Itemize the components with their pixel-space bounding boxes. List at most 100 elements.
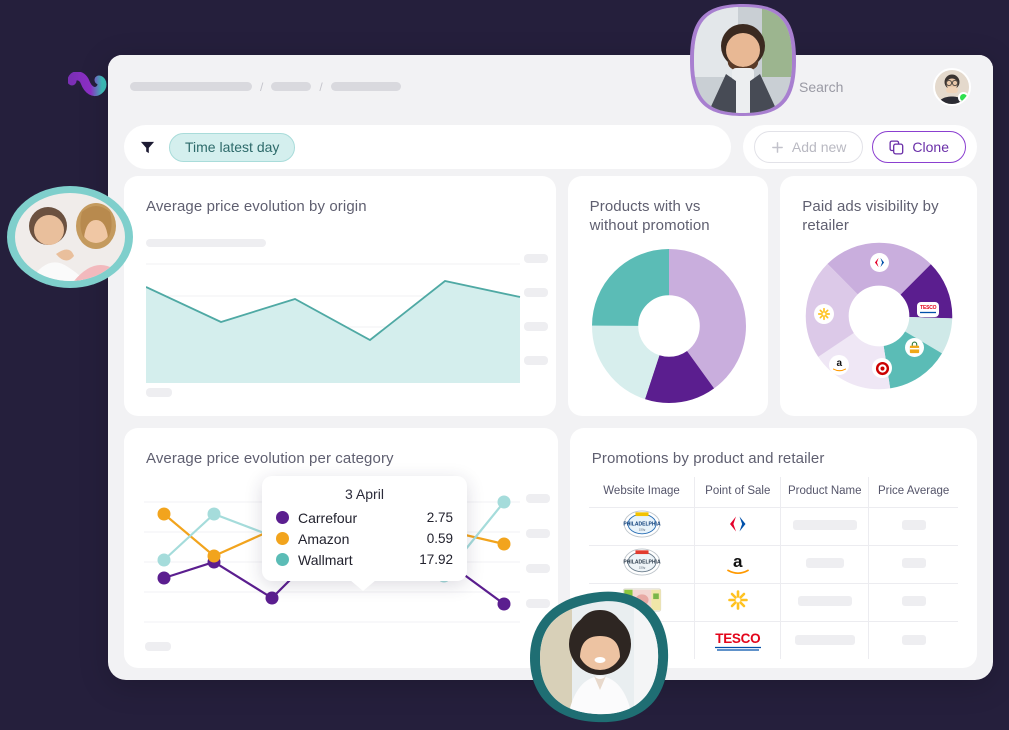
search-input[interactable]	[799, 78, 919, 95]
cell-price-average	[868, 545, 958, 584]
toolbar-actions: Add new Clone	[742, 125, 977, 169]
filter-toolbar: Time latest day Add new Clone	[108, 118, 993, 176]
tooltip-date: 3 April	[345, 486, 384, 502]
x-axis-placeholder	[146, 388, 172, 397]
filter-bar[interactable]: Time latest day	[124, 125, 731, 169]
filter-icon[interactable]	[140, 140, 155, 155]
photo-bubble-left	[7, 186, 133, 288]
card-title: Paid ads visibility by retailer	[802, 198, 939, 234]
header-actions	[771, 67, 971, 106]
chart-legend-placeholder	[146, 239, 266, 247]
column-header-product-name[interactable]: Product Name	[780, 476, 870, 508]
y-tick-placeholder	[525, 529, 550, 538]
column-header-website-image[interactable]: Website Image	[588, 476, 696, 508]
add-new-button[interactable]: Add new	[753, 131, 864, 163]
card-average-price-by-origin: Average price evolution by origin	[124, 176, 556, 416]
philadelphia-product-image: PHILADELPHIA 150g	[623, 548, 661, 576]
clone-button[interactable]: Clone	[872, 131, 966, 163]
avatar[interactable]	[933, 67, 971, 106]
y-tick-placeholder	[523, 254, 548, 263]
card-average-price-per-category: Average price evolution per category 3 A…	[124, 428, 558, 668]
cell-point-of-sale	[694, 507, 782, 546]
cell-product-name	[780, 583, 870, 622]
area-chart	[146, 263, 521, 383]
app-window: / / Search Time latest day Add new Clone…	[108, 55, 993, 680]
y-tick-placeholder	[523, 288, 548, 297]
cell-price-average	[868, 507, 958, 546]
cell-product-name	[780, 507, 870, 546]
tooltip-row: Amazon 0.59	[276, 528, 453, 549]
breadcrumb[interactable]: / /	[130, 80, 401, 94]
tooltip-series-label: Wallmart	[298, 551, 353, 568]
table-row[interactable]: PHILADELPHIA 150g a	[588, 545, 958, 584]
svg-text:150g: 150g	[638, 527, 645, 531]
card-title: Average price evolution per category	[146, 450, 394, 467]
copy-icon	[889, 139, 904, 155]
price-placeholder	[901, 558, 926, 569]
cell-point-of-sale: TESCO	[694, 621, 782, 660]
tooltip-dot	[276, 553, 289, 566]
filter-chip-time[interactable]: Time latest day	[169, 132, 296, 162]
tesco-logo: TESCO	[714, 630, 761, 651]
product-name-placeholder	[797, 596, 852, 607]
product-name-placeholder	[805, 558, 844, 569]
product-name-placeholder	[794, 634, 855, 645]
y-tick-placeholder	[525, 494, 550, 503]
x-axis-placeholder	[145, 642, 171, 651]
cell-website-image: PHILADELPHIA 150g	[588, 545, 696, 584]
screenshot-root: / / Search Time latest day Add new Clone…	[0, 0, 1009, 730]
dashboard-row-1: Average price evolution by origin Produc…	[124, 176, 977, 416]
chart-tooltip: 3 April Carrefour 2.75 Amazon 0.59 Wallm…	[262, 476, 467, 591]
tooltip-dot	[276, 532, 289, 545]
card-title: Promotions by product and retailer	[591, 450, 825, 467]
tesco-logo: TESCO	[917, 302, 940, 317]
target-logo	[872, 358, 893, 378]
table-header-row: Website Image Point of Sale Product Name…	[588, 476, 958, 508]
breadcrumb-item-2[interactable]	[271, 82, 312, 91]
y-tick-placeholder	[525, 564, 550, 573]
tooltip-series-label: Carrefour	[298, 509, 358, 526]
plus-icon	[772, 141, 783, 153]
walmart-logo	[727, 589, 749, 611]
photo-bubble-bottom	[530, 591, 669, 723]
breadcrumb-item-1[interactable]	[130, 82, 252, 91]
breadcrumb-separator: /	[319, 79, 323, 94]
status-badge	[958, 91, 969, 103]
svg-text:PHILADELPHIA: PHILADELPHIA	[623, 521, 661, 527]
card-products-with-vs-without-promotion: Products with vs without promotion	[567, 176, 769, 416]
philadelphia-product-image: PHILADELPHIA 150g	[623, 510, 661, 538]
card-title: Products with vs without promotion	[589, 198, 710, 234]
price-placeholder	[901, 634, 926, 645]
clone-label: Clone	[912, 139, 949, 155]
photo-bubble-top	[690, 4, 796, 116]
y-tick-placeholder	[523, 322, 548, 331]
breadcrumb-separator: /	[260, 79, 264, 94]
tooltip-series-value: 17.92	[419, 552, 453, 567]
card-paid-ads-visibility-by-retailer: Paid ads visibility by retailer TESCO a	[780, 176, 977, 416]
y-axis-labels	[523, 254, 548, 365]
cell-price-average	[869, 621, 958, 659]
cell-product-name	[780, 621, 870, 660]
product-name-placeholder	[792, 520, 857, 531]
tooltip-row: Wallmart 17.92	[276, 549, 453, 570]
donut-chart-promotion	[591, 249, 746, 403]
cell-website-image: PHILADELPHIA 150g	[588, 507, 696, 546]
amazon-logo: a	[726, 553, 749, 575]
cell-point-of-sale	[694, 583, 782, 622]
y-tick-placeholder	[523, 356, 548, 365]
tooltip-dot	[276, 511, 289, 524]
svg-text:PHILADELPHIA: PHILADELPHIA	[623, 559, 661, 565]
tooltip-arrow-icon	[350, 580, 376, 591]
app-header: / /	[108, 55, 993, 118]
brand-squiggle-icon	[68, 72, 107, 97]
cell-price-average	[868, 583, 958, 622]
carrefour-logo	[727, 515, 749, 533]
column-header-point-of-sale[interactable]: Point of Sale	[694, 476, 782, 508]
card-title: Average price evolution by origin	[146, 198, 367, 215]
price-placeholder	[901, 596, 926, 607]
breadcrumb-item-3[interactable]	[330, 82, 401, 91]
column-header-price-average[interactable]: Price Average	[868, 476, 958, 508]
table-row[interactable]: PHILADELPHIA 150g	[588, 507, 958, 546]
cell-product-name	[780, 545, 870, 584]
tooltip-series-label: Amazon	[298, 530, 350, 547]
